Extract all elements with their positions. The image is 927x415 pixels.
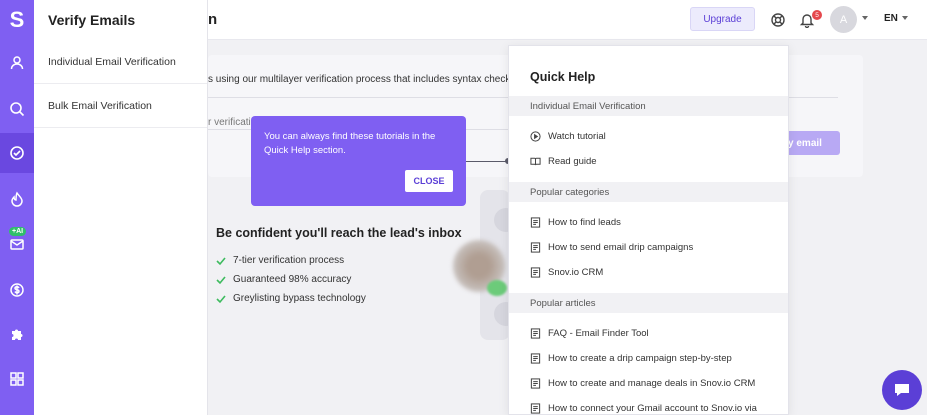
puzzle-icon	[12, 329, 23, 340]
user-icon	[10, 56, 24, 70]
rail-integrations[interactable]	[0, 314, 34, 354]
left-rail: S +AI	[0, 0, 34, 415]
snov-logo[interactable]: S	[0, 0, 34, 40]
quick-help-panel: Quick Help Individual Email Verification…	[508, 45, 789, 415]
notification-badge: 5	[812, 10, 822, 20]
tooltip-close-button[interactable]: CLOSE	[405, 170, 453, 192]
book-icon	[530, 157, 541, 166]
quick-help-title: Quick Help	[530, 70, 596, 84]
feature-label: Greylisting bypass technology	[233, 293, 366, 304]
avatar[interactable]: A	[830, 6, 857, 33]
rail-deals[interactable]	[0, 270, 34, 310]
flyout-title: Verify Emails	[48, 12, 136, 28]
feature-label: 7-tier verification process	[233, 255, 345, 266]
tooltip-connector	[466, 161, 509, 162]
help-item-label: Read guide	[548, 156, 597, 167]
feature-label: Guaranteed 98% accuracy	[233, 274, 352, 285]
help-wheel-icon[interactable]	[770, 12, 786, 28]
help-item-drip-campaigns[interactable]: How to send email drip campaigns	[530, 242, 693, 253]
play-icon	[530, 131, 541, 142]
dollar-icon	[10, 283, 24, 297]
help-item-label: How to create and manage deals in Snov.i…	[548, 378, 756, 389]
grid-icon	[10, 372, 24, 386]
help-item-label: How to connect your Gmail account to Sno…	[548, 403, 757, 414]
chevron-down-icon[interactable]	[902, 16, 908, 20]
feature-item: Greylisting bypass technology	[216, 293, 366, 304]
section-header: Popular categories	[509, 182, 788, 202]
help-item-create-drip-campaign[interactable]: How to create a drip campaign step-by-st…	[530, 353, 732, 364]
top-header: n Upgrade 5 A EN	[208, 0, 927, 40]
doc-icon	[530, 378, 541, 389]
doc-icon	[530, 403, 541, 414]
chat-icon	[895, 384, 909, 396]
drip-icon	[11, 191, 23, 207]
rail-campaigns[interactable]	[0, 224, 34, 264]
flyout-item-individual-verification[interactable]: Individual Email Verification	[34, 40, 207, 84]
help-item-faq-email-finder[interactable]: FAQ - Email Finder Tool	[530, 328, 649, 339]
verification-description: s using our multilayer verification proc…	[208, 74, 525, 85]
help-item-label: FAQ - Email Finder Tool	[548, 328, 649, 339]
check-icon	[216, 256, 226, 265]
check-icon	[216, 275, 226, 284]
help-item-label: How to create a drip campaign step-by-st…	[548, 353, 732, 364]
help-item-label: Snov.io CRM	[548, 267, 604, 278]
confident-heading: Be confident you'll reach the lead's inb…	[216, 226, 462, 240]
section-header: Individual Email Verification	[509, 96, 788, 116]
rail-drip[interactable]	[0, 179, 34, 219]
tooltip-text: You can always find these tutorials in t…	[264, 131, 436, 156]
help-item-watch-tutorial[interactable]: Watch tutorial	[530, 131, 606, 142]
search-icon	[10, 102, 25, 117]
help-item-crm[interactable]: Snov.io CRM	[530, 267, 603, 278]
doc-icon	[530, 353, 541, 364]
doc-icon	[530, 328, 541, 339]
quick-help-tooltip: You can always find these tutorials in t…	[251, 116, 466, 206]
help-item-manage-deals[interactable]: How to create and manage deals in Snov.i…	[530, 378, 755, 389]
mail-icon	[10, 239, 24, 250]
rail-profile[interactable]	[0, 43, 34, 83]
rail-verify[interactable]	[0, 133, 34, 173]
language-selector[interactable]: EN	[884, 13, 898, 24]
doc-icon	[530, 217, 541, 228]
help-item-label: How to find leads	[548, 217, 621, 228]
blurred-status-dot	[487, 280, 507, 296]
help-item-label: Watch tutorial	[548, 131, 606, 142]
feature-item: Guaranteed 98% accuracy	[216, 274, 351, 285]
page-title: n	[208, 11, 218, 28]
chat-button[interactable]	[882, 370, 922, 410]
help-item-find-leads[interactable]: How to find leads	[530, 217, 621, 228]
help-item-connect-gmail[interactable]: How to connect your Gmail account to Sno…	[530, 403, 757, 414]
rail-apps[interactable]	[0, 359, 34, 399]
doc-icon	[530, 242, 541, 253]
help-item-label: How to send email drip campaigns	[548, 242, 694, 253]
verify-emails-flyout: Verify Emails Individual Email Verificat…	[34, 0, 208, 415]
rail-search[interactable]	[0, 89, 34, 129]
upgrade-button[interactable]: Upgrade	[690, 7, 755, 31]
check-icon	[216, 294, 226, 303]
feature-item: 7-tier verification process	[216, 255, 344, 266]
section-header: Popular articles	[509, 293, 788, 313]
flyout-item-bulk-verification[interactable]: Bulk Email Verification	[34, 84, 207, 128]
doc-icon	[530, 267, 541, 278]
help-item-read-guide[interactable]: Read guide	[530, 156, 597, 167]
chevron-down-icon[interactable]	[862, 16, 868, 20]
check-circle-icon	[10, 146, 24, 160]
